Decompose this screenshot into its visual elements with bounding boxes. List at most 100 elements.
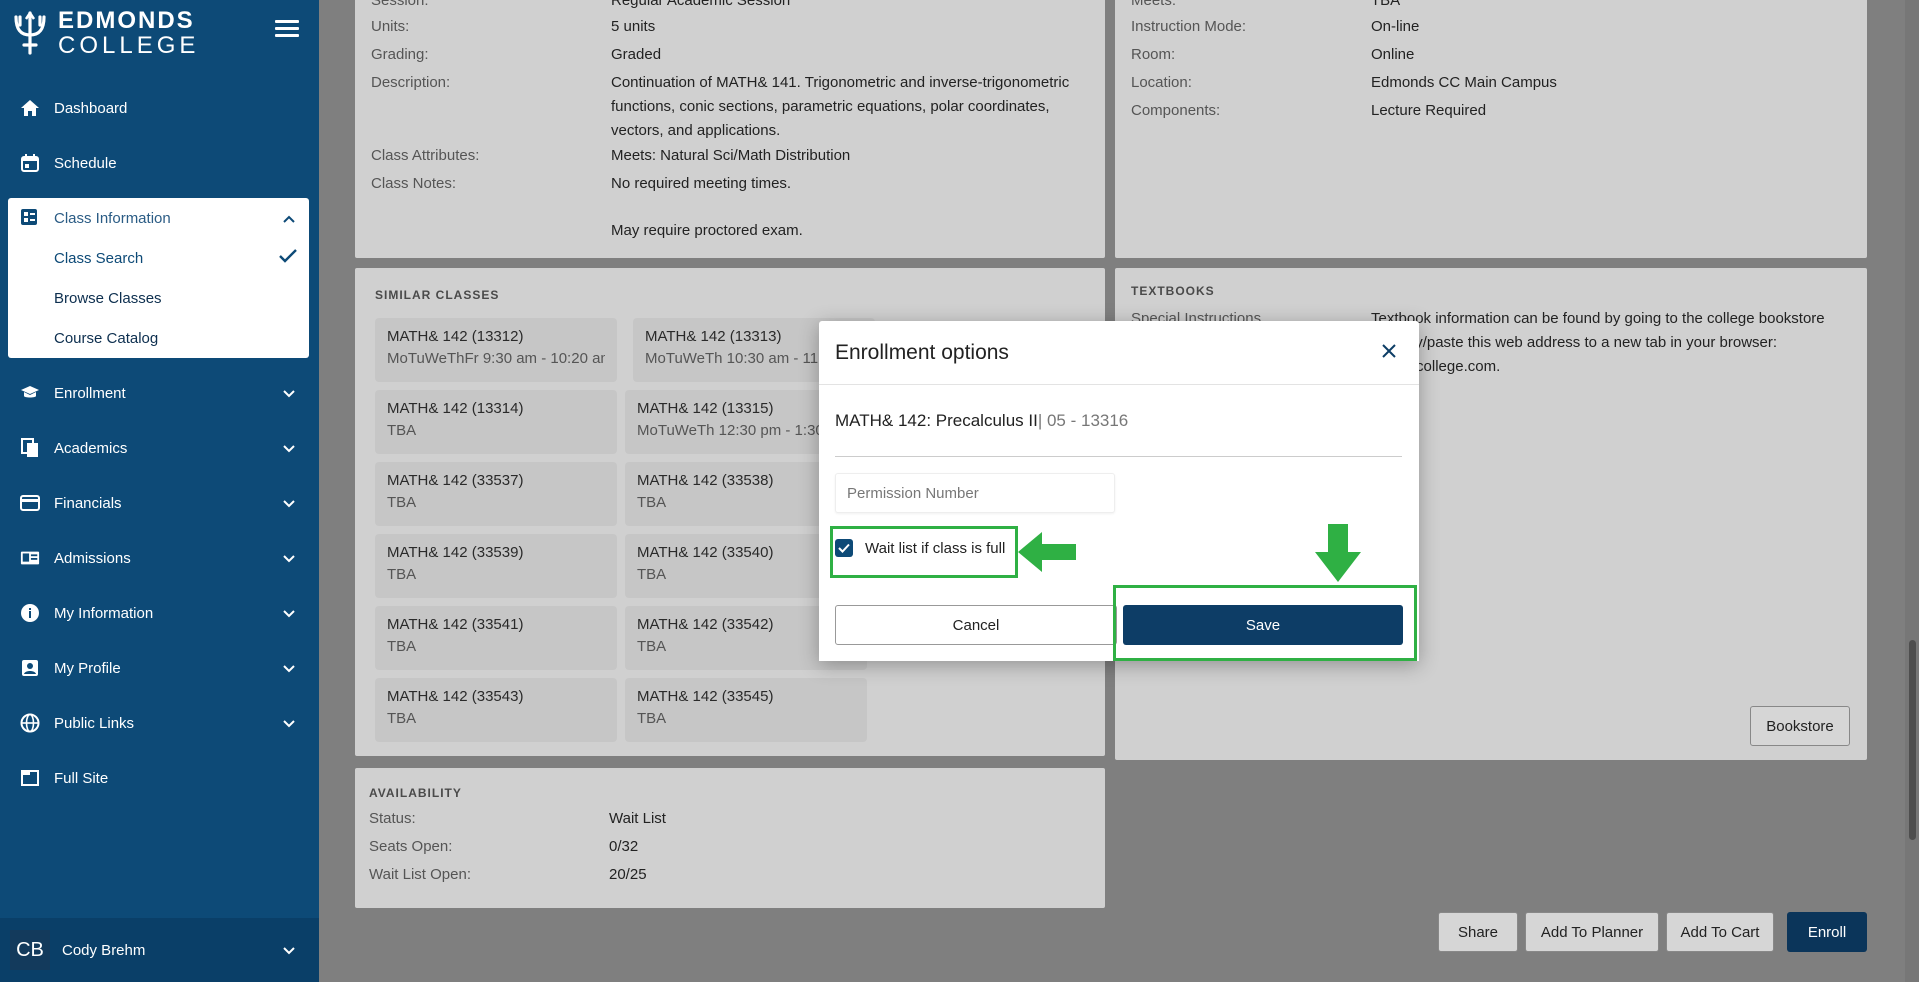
sidebar-subitem-label: Class Search — [54, 249, 144, 267]
id-card-icon — [20, 548, 40, 568]
description-label: Description: — [371, 74, 451, 91]
similar-class-time: TBA — [387, 494, 417, 511]
grading-value: Graded — [611, 46, 662, 63]
sidebar-subitem-label: Course Catalog — [54, 329, 159, 347]
similar-class-time: TBA — [637, 710, 667, 727]
enroll-button[interactable]: Enroll — [1787, 912, 1867, 952]
mode-value: On-line — [1371, 18, 1420, 35]
similar-class-item[interactable]: MATH& 142 (33545) TBA — [625, 678, 867, 742]
sidebar-subitem-label: Browse Classes — [54, 289, 162, 307]
similar-class-item[interactable]: MATH& 142 (13312) MoTuWeThFr 9:30 am - 10… — [375, 318, 617, 382]
notes-value: No required meeting times. — [611, 175, 792, 192]
sidebar-subitem-course-catalog[interactable]: Course Catalog — [8, 318, 309, 358]
sidebar-item-admissions[interactable]: Admissions — [8, 536, 309, 580]
sidebar-item-enrollment[interactable]: Enrollment — [8, 371, 309, 415]
scrollbar[interactable] — [1905, 0, 1919, 982]
cancel-button[interactable]: Cancel — [835, 605, 1117, 645]
sidebar-item-label: Schedule — [54, 154, 117, 172]
sidebar-item-label: Financials — [54, 494, 122, 512]
sidebar-item-my-information[interactable]: My Information — [8, 591, 309, 635]
dialog-header: Enrollment options — [819, 321, 1419, 385]
sidebar-item-dashboard[interactable]: Dashboard — [8, 86, 309, 130]
add-to-planner-button[interactable]: Add To Planner — [1525, 912, 1659, 952]
share-button[interactable]: Share — [1438, 912, 1518, 952]
components-label: Components: — [1131, 102, 1221, 119]
room-value: Online — [1371, 46, 1415, 63]
sidebar-item-label: Public Links — [54, 714, 135, 732]
documents-icon — [20, 438, 40, 458]
sidebar-item-class-information[interactable]: Class Information — [8, 198, 309, 238]
section-title: TEXTBOOKS — [1131, 284, 1215, 298]
similar-class-name: MATH& 142 (13314) — [387, 400, 524, 417]
status-value: Wait List — [609, 810, 666, 827]
sidebar-subitem-browse-classes[interactable]: Browse Classes — [8, 278, 309, 318]
description-line: functions, conic sections, parametric eq… — [611, 98, 1050, 115]
credit-card-icon — [20, 493, 40, 513]
scrollbar-thumb[interactable] — [1909, 640, 1916, 840]
sidebar-item-label: My Profile — [54, 659, 121, 677]
notes-label: Class Notes: — [371, 175, 457, 192]
similar-class-name: MATH& 142 (33543) — [387, 688, 524, 705]
description-line: vectors, and applications. — [611, 122, 781, 139]
sidebar-item-label: Class Information — [54, 209, 171, 227]
chevron-down-icon — [283, 550, 295, 567]
sidebar-item-schedule[interactable]: Schedule — [8, 141, 309, 185]
attributes-value: Meets: Natural Sci/Math Distribution — [611, 147, 851, 164]
chevron-down-icon — [283, 385, 295, 402]
sidebar-item-label: Academics — [54, 439, 128, 457]
waitlist-open-value: 20/25 — [609, 866, 647, 883]
sidebar-item-academics[interactable]: Academics — [8, 426, 309, 470]
chevron-down-icon — [283, 660, 295, 677]
user-name: Cody Brehm — [62, 941, 146, 959]
sidebar-item-financials[interactable]: Financials — [8, 481, 309, 525]
arrow-down-icon — [1315, 524, 1361, 582]
calendar-icon — [20, 153, 40, 173]
textbook-info-line: e. Copy/paste this web address to a new … — [1371, 334, 1778, 351]
chevron-down-icon — [283, 495, 295, 512]
sidebar-subitem-class-search[interactable]: Class Search — [8, 238, 309, 278]
sidebar-item-label: Dashboard — [54, 99, 128, 117]
similar-class-item[interactable]: MATH& 142 (13314) TBA — [375, 390, 617, 454]
similar-class-time: TBA — [387, 422, 417, 439]
similar-class-item[interactable]: MATH& 142 (33539) TBA — [375, 534, 617, 598]
similar-class-name: MATH& 142 (13312) — [387, 328, 524, 345]
units-label: Units: — [371, 18, 410, 35]
add-to-cart-button[interactable]: Add To Cart — [1666, 912, 1774, 952]
sidebar-item-label: Admissions — [54, 549, 131, 567]
arrow-left-icon — [1018, 532, 1076, 572]
section-title: SIMILAR CLASSES — [375, 288, 500, 302]
components-value: Lecture Required — [1371, 102, 1487, 119]
course-section: | 05 - 13316 — [1037, 411, 1129, 430]
similar-class-name: MATH& 142 (33539) — [387, 544, 524, 561]
avatar: CB — [10, 930, 50, 970]
sidebar-item-label: My Information — [54, 604, 154, 622]
sidebar-item-label: Enrollment — [54, 384, 126, 402]
units-value: 5 units — [611, 18, 656, 35]
close-icon[interactable] — [1381, 343, 1399, 361]
location-label: Location: — [1131, 74, 1192, 91]
permission-number-input[interactable] — [835, 473, 1115, 513]
user-menu[interactable]: CB Cody Brehm — [0, 918, 319, 982]
sidebar: EDMONDS COLLEGE Dashboard Schedule Class… — [0, 0, 319, 982]
sidebar-item-public-links[interactable]: Public Links — [8, 701, 309, 745]
sidebar-item-my-profile[interactable]: My Profile — [8, 646, 309, 690]
sidebar-item-full-site[interactable]: Full Site — [8, 756, 309, 800]
notes-value: May require proctored exam. — [611, 222, 803, 239]
info-icon — [20, 603, 40, 623]
similar-class-item[interactable]: MATH& 142 (33537) TBA — [375, 462, 617, 526]
waitlist-highlight-box — [830, 526, 1018, 578]
similar-class-time: TBA — [387, 710, 417, 727]
meeting-info-card: Meets: TBA Instruction Mode: On-line Roo… — [1115, 0, 1867, 258]
edmonds-college-logo[interactable]: EDMONDS COLLEGE — [12, 8, 199, 57]
save-highlight-box — [1113, 585, 1417, 661]
bookstore-button[interactable]: Bookstore — [1750, 706, 1850, 746]
mode-label: Instruction Mode: — [1131, 18, 1247, 35]
checkmark-icon — [279, 248, 297, 268]
class-details-card: Session: Regular Academic Session Units:… — [355, 0, 1105, 258]
menu-toggle-icon[interactable] — [275, 20, 299, 40]
session-value: Regular Academic Session — [611, 0, 791, 9]
class-information-menu: Class Information Class Search Browse Cl… — [8, 198, 309, 358]
globe-icon — [20, 713, 40, 733]
similar-class-item[interactable]: MATH& 142 (33543) TBA — [375, 678, 617, 742]
similar-class-item[interactable]: MATH& 142 (33541) TBA — [375, 606, 617, 670]
